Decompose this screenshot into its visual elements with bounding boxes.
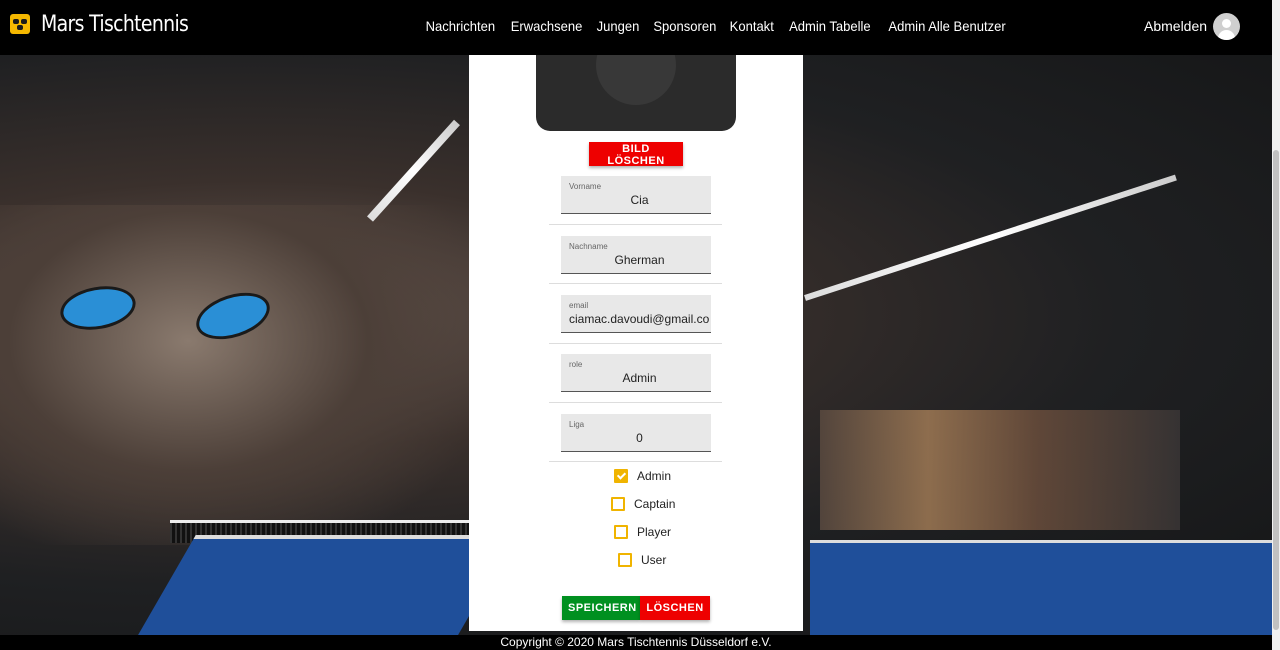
divider (549, 283, 722, 284)
main-nav: Nachrichten Erwachsene Jungen Sponsoren … (423, 18, 1010, 34)
liga-label: Liga (569, 420, 585, 429)
divider (549, 224, 722, 225)
nav-link-nachrichten[interactable]: Nachrichten (426, 18, 495, 34)
delete-image-button[interactable]: Bild löschen (589, 142, 683, 167)
mural-back-wall (820, 410, 1180, 530)
checkbox-player[interactable]: Player (614, 525, 671, 539)
email-label: email (569, 301, 589, 310)
checkbox-captain-label: Captain (634, 497, 676, 511)
email-field[interactable]: email (561, 295, 711, 333)
nav-link-admin-tabelle[interactable]: Admin Tabelle (789, 18, 871, 34)
lastname-label: Nachname (569, 242, 608, 251)
ceiling-lamp-right (804, 174, 1177, 301)
ping-pong-table-right (810, 540, 1272, 635)
checkbox-captain[interactable]: Captain (611, 497, 675, 511)
checkbox-unchecked-icon[interactable] (611, 497, 625, 511)
checkbox-admin-label: Admin (637, 469, 672, 483)
ping-pong-table-left (124, 535, 516, 635)
firstname-label: Vorname (569, 182, 602, 191)
checkbox-unchecked-icon[interactable] (618, 553, 632, 567)
firstname-input[interactable] (569, 193, 710, 207)
divider (549, 343, 722, 344)
mural-wall (0, 205, 470, 545)
liga-field[interactable]: Liga (561, 414, 711, 452)
nav-link-admin-alle-benutzer[interactable]: Admin Alle Benutzer (888, 18, 1005, 34)
delete-user-button[interactable]: Löschen (640, 596, 710, 620)
save-button[interactable]: Speichern (562, 596, 640, 620)
logout-link[interactable]: Abmelden (1144, 18, 1207, 34)
nav-link-sponsoren[interactable]: Sponsoren (653, 18, 716, 34)
ping-pong-logo-icon[interactable] (10, 14, 30, 34)
nav-link-erwachsene[interactable]: Erwachsene (510, 18, 582, 34)
divider (549, 402, 722, 403)
divider (549, 461, 722, 462)
profile-photo (536, 55, 736, 131)
checkbox-checked-icon[interactable] (614, 469, 628, 483)
checkbox-user[interactable]: User (618, 553, 666, 567)
user-avatar-icon[interactable] (1213, 13, 1240, 40)
lastname-input[interactable] (569, 253, 710, 267)
email-input[interactable] (569, 312, 710, 326)
role-input[interactable] (569, 371, 710, 385)
scrollbar-thumb[interactable] (1273, 150, 1279, 630)
nav-link-kontakt[interactable]: Kontakt (730, 18, 774, 34)
checkbox-admin[interactable]: Admin (614, 469, 671, 483)
firstname-field[interactable]: Vorname (561, 176, 711, 214)
lastname-field[interactable]: Nachname (561, 236, 711, 274)
liga-input[interactable] (569, 431, 710, 445)
checkbox-player-label: Player (637, 525, 672, 539)
footer-copyright: Copyright © 2020 Mars Tischtennis Düssel… (0, 635, 1272, 650)
role-field[interactable]: role (561, 354, 711, 392)
brand-title[interactable]: Mars Tischtennis (41, 12, 189, 37)
role-label: role (569, 360, 583, 369)
checkbox-user-label: User (641, 553, 667, 567)
checkbox-unchecked-icon[interactable] (614, 525, 628, 539)
top-navbar: Mars Tischtennis Nachrichten Erwachsene … (0, 0, 1272, 55)
page-scrollbar[interactable] (1272, 0, 1280, 650)
nav-link-jungen[interactable]: Jungen (596, 18, 639, 34)
user-edit-card: Bild löschen Vorname Nachname email role… (469, 55, 803, 631)
